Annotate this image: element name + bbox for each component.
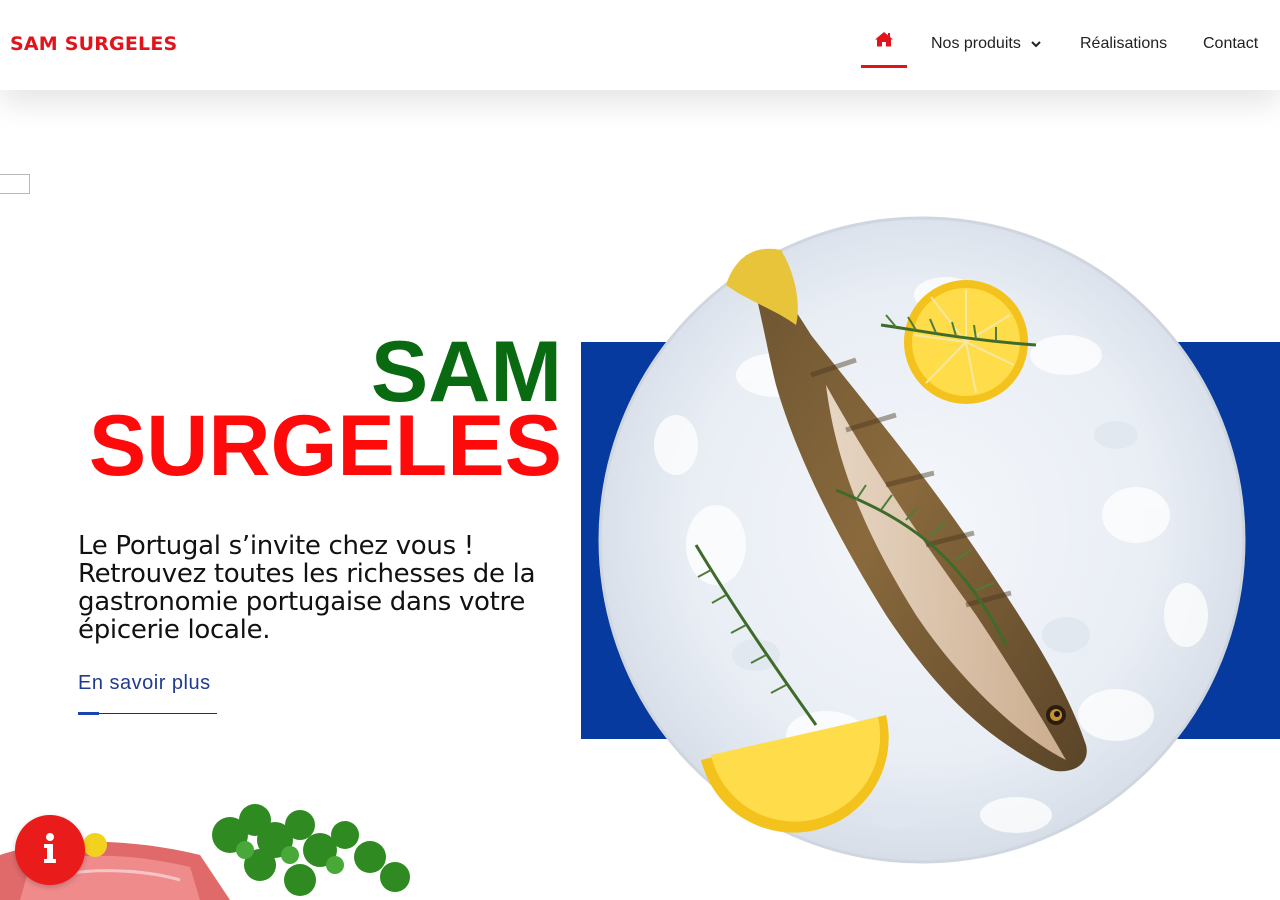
site-header: SAM SURGELES Nos produits Réalisations C… xyxy=(0,0,1280,90)
hero-description: Le Portugal s’invite chez vous ! Retrouv… xyxy=(78,531,536,645)
nav-home-link[interactable] xyxy=(861,22,907,68)
info-icon xyxy=(43,832,57,868)
cta-label: En savoir plus xyxy=(78,672,211,694)
hero-title: SAM SURGELES xyxy=(60,329,562,494)
hero-title-line2: SURGELES xyxy=(88,398,562,494)
chevron-down-icon xyxy=(1031,40,1041,48)
nav-item-label: Nos produits xyxy=(931,35,1021,52)
nav-item-realisations[interactable]: Réalisations xyxy=(1080,35,1167,53)
home-icon xyxy=(874,31,894,52)
en-savoir-plus-link[interactable]: En savoir plus xyxy=(78,672,217,715)
cta-underline-accent xyxy=(78,712,99,715)
nav-item-nos-produits[interactable]: Nos produits xyxy=(931,35,1041,53)
site-logo[interactable]: SAM SURGELES xyxy=(10,33,177,55)
empty-widget-box xyxy=(0,174,30,194)
nav-item-contact[interactable]: Contact xyxy=(1203,35,1258,53)
fish-on-ice-image xyxy=(596,215,1246,867)
info-button[interactable] xyxy=(15,815,85,885)
